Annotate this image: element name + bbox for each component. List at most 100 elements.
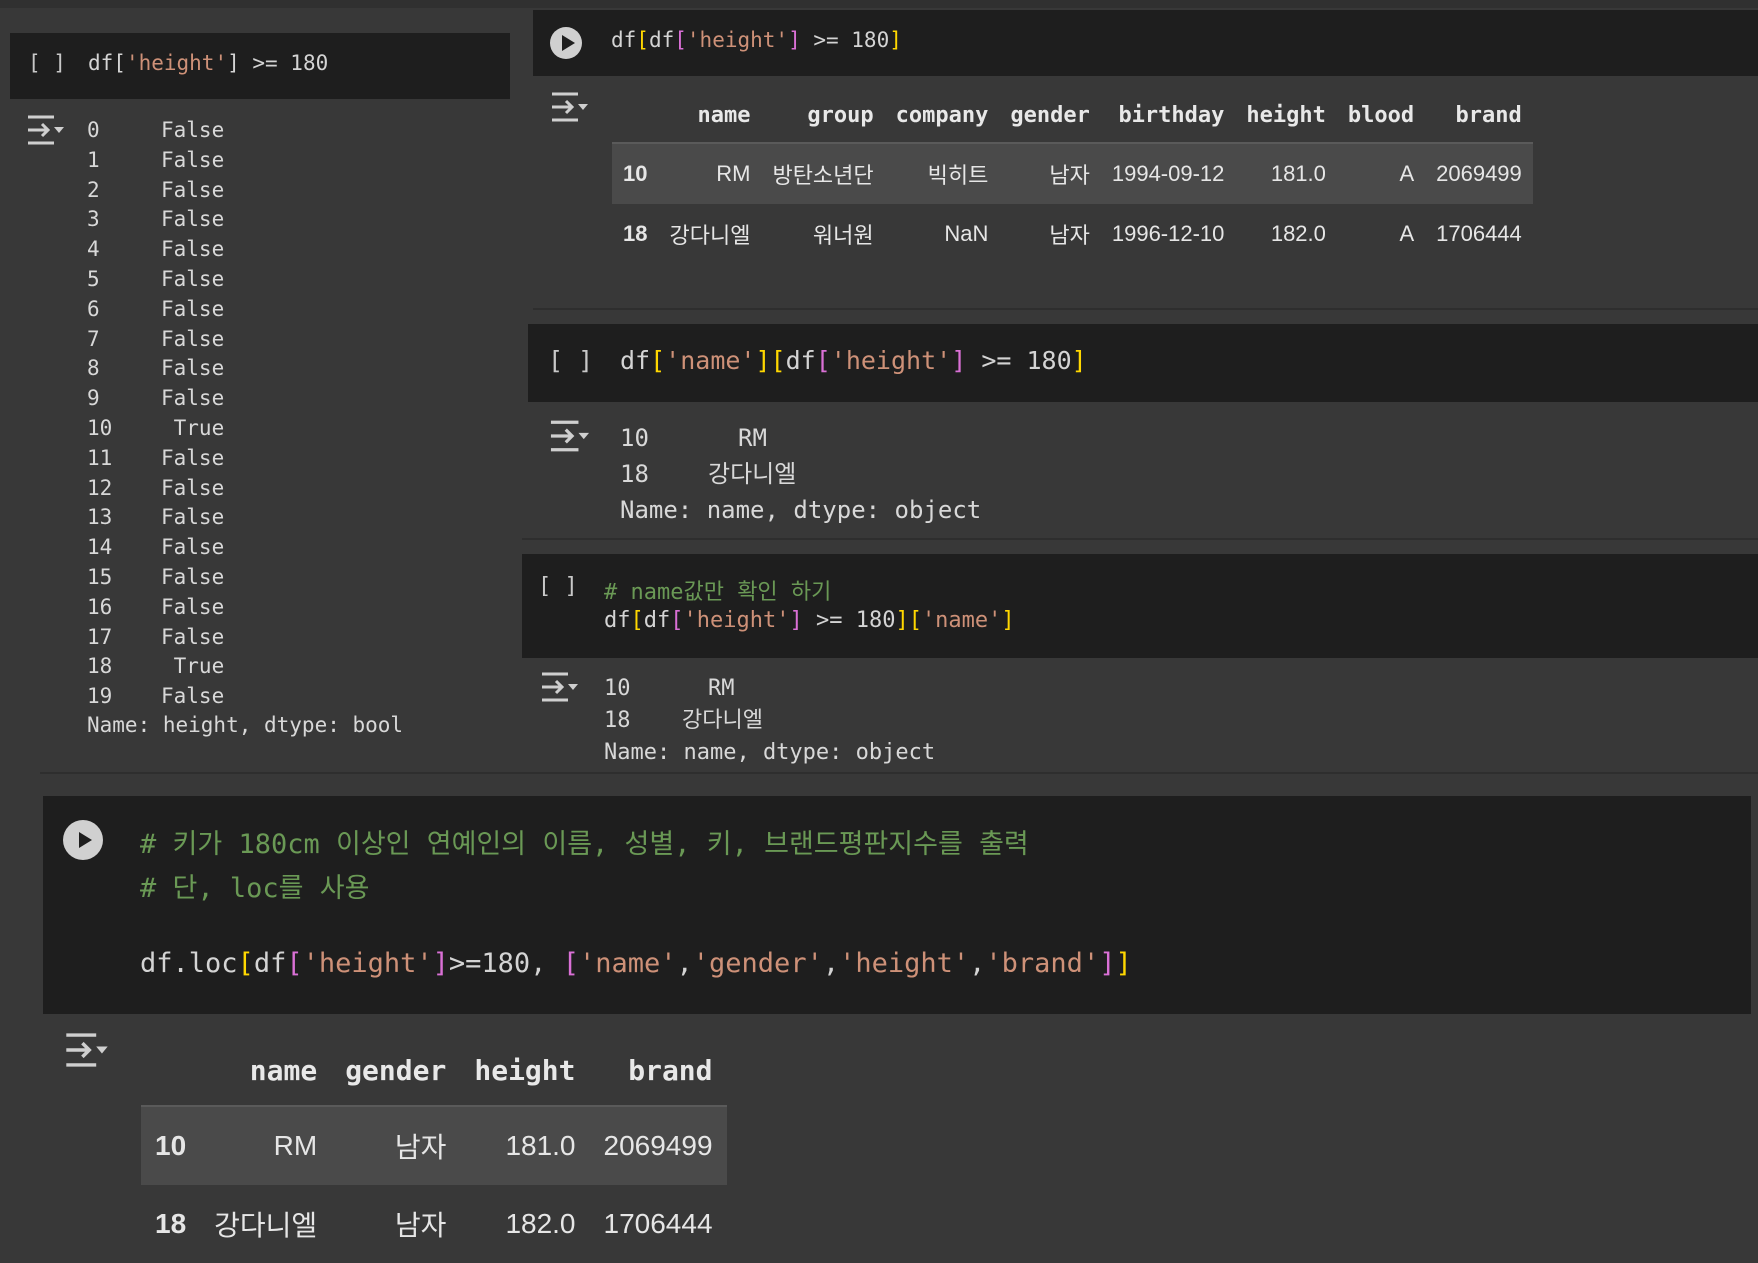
code-cell-4[interactable]: [ ] # name값만 확인 하기 df[df['height'] >= 18…	[522, 554, 1758, 658]
series-value: False	[161, 147, 225, 172]
bracket-token: ]	[788, 28, 801, 52]
series-row: 2 False	[87, 176, 224, 206]
series-index: 13	[87, 505, 113, 530]
series-value: False	[161, 207, 225, 232]
table-cell: 181.0	[1270, 161, 1326, 186]
code-token: df	[604, 608, 631, 633]
code-string: 'height'	[302, 948, 433, 979]
series-index: 15	[87, 564, 113, 589]
run-status-bracket[interactable]: [ ]	[28, 51, 66, 75]
table-cell: 강다니엘	[214, 1210, 318, 1241]
series-row: 10 RM	[604, 673, 935, 705]
bracket-token: ]	[432, 948, 449, 979]
column-header: gender	[999, 95, 1101, 144]
series-value: True	[161, 654, 225, 679]
series-value: False	[161, 177, 225, 202]
code-string: 'name'	[578, 948, 677, 979]
series-value: RM	[738, 424, 767, 452]
dataframe-output: name group company gender birthday height bloo…	[612, 95, 1533, 264]
code-token: ,	[822, 948, 840, 979]
dataframe-output: name gender height brand 10 RM 남자 181.0 2069499…	[141, 1040, 727, 1263]
code-cell-5[interactable]: # 키가 180cm 이상인 연예인의 이름, 성별, 키, 브랜드평판지수를 …	[43, 796, 1751, 1014]
series-row: 12 False	[87, 474, 224, 504]
code-token: ,	[969, 948, 986, 979]
output-toggle-icon[interactable]	[26, 113, 66, 151]
series-index: 11	[87, 445, 113, 470]
table-cell: 182.0	[505, 1208, 576, 1239]
cell-divider	[522, 538, 1758, 540]
code-string: 'name'	[665, 346, 756, 375]
code-cell-3[interactable]: [ ] df['name'][df['height'] >= 180]	[528, 324, 1758, 402]
series-index: 5	[87, 266, 100, 291]
table-cell: A	[1399, 161, 1415, 186]
series-index: 10	[87, 415, 113, 440]
series-index: 0	[87, 118, 100, 142]
table-cell: RM	[273, 1130, 318, 1161]
series-value: False	[161, 475, 225, 500]
bracket-token: ]	[895, 608, 909, 633]
run-status-bracket[interactable]: [ ]	[538, 574, 578, 599]
output-toggle-icon[interactable]	[64, 1030, 110, 1074]
code-line[interactable]: df[df['height'] >= 180]['name']	[604, 608, 1015, 633]
bracket-token: ]	[889, 28, 902, 52]
code-token: df	[611, 28, 637, 52]
series-row: 6 False	[87, 295, 224, 325]
code-line[interactable]: df.loc[df['height']>=180, ['name','gende…	[140, 948, 1132, 979]
series-value: False	[161, 237, 225, 262]
output-toggle-icon[interactable]	[548, 418, 592, 458]
series-row: 16 False	[87, 593, 224, 623]
table-cell: 남자	[394, 1210, 447, 1241]
run-status-bracket[interactable]: [ ]	[548, 346, 593, 375]
code-token: ] >= 180	[227, 51, 329, 75]
table-cell: 워너원	[812, 223, 874, 248]
series-row: 3 False	[87, 205, 224, 235]
code-line[interactable]: df['height'] >= 180	[88, 51, 328, 75]
series-value: False	[161, 326, 225, 351]
run-button[interactable]	[63, 820, 103, 860]
series-value: False	[161, 296, 225, 321]
code-line[interactable]: df['name'][df['height'] >= 180]	[620, 346, 1087, 375]
bracket-token: [	[650, 346, 666, 375]
code-token: df	[648, 28, 675, 52]
code-line[interactable]: df[df['height'] >= 180]	[611, 28, 902, 52]
code-token: df[	[88, 51, 126, 75]
bracket-token: [	[908, 608, 922, 633]
output-toggle-icon[interactable]	[540, 670, 580, 708]
code-cell-1[interactable]: [ ] df['height'] >= 180	[10, 33, 510, 99]
code-token: >= 180	[800, 28, 890, 52]
series-index: 18	[620, 460, 649, 488]
output-toggle-icon[interactable]	[550, 90, 590, 128]
series-index: 18	[604, 708, 631, 733]
bracket-token: [	[674, 28, 687, 52]
series-row: 10 True	[87, 414, 224, 444]
code-cell-2[interactable]: df[df['height'] >= 180]	[533, 10, 1758, 76]
series-index: 7	[87, 326, 100, 351]
row-index: 18	[623, 221, 648, 246]
code-token: df	[620, 346, 651, 375]
table-cell: 2069499	[603, 1130, 713, 1161]
series-footer: Name: height, dtype: bool	[87, 713, 404, 737]
column-header: brand	[589, 1040, 727, 1107]
bracket-token: ]	[1001, 608, 1015, 633]
run-button[interactable]	[550, 27, 582, 59]
table-cell: 남자	[1049, 163, 1090, 188]
series-value: False	[161, 505, 225, 530]
code-token: df	[785, 346, 816, 375]
series-row: 10 RM	[620, 420, 981, 456]
series-value: False	[161, 356, 225, 381]
series-index: 10	[620, 424, 649, 452]
cell-divider	[533, 308, 1758, 310]
table-cell: A	[1399, 221, 1415, 246]
bracket-token: [	[815, 346, 831, 375]
code-token: ,	[676, 948, 693, 979]
series-row: 7 False	[87, 325, 224, 355]
series-value: 강다니엘	[708, 460, 797, 488]
column-header: height	[1235, 95, 1337, 144]
series-footer: Name: name, dtype: object	[604, 740, 936, 765]
series-index: 1	[87, 147, 100, 172]
series-index: 14	[87, 535, 113, 560]
series-value: False	[161, 594, 225, 619]
series-row: 1 False	[87, 146, 224, 176]
table-header-row: name group company gender birthday height bloo…	[612, 95, 1533, 144]
row-index: 18	[155, 1208, 187, 1239]
